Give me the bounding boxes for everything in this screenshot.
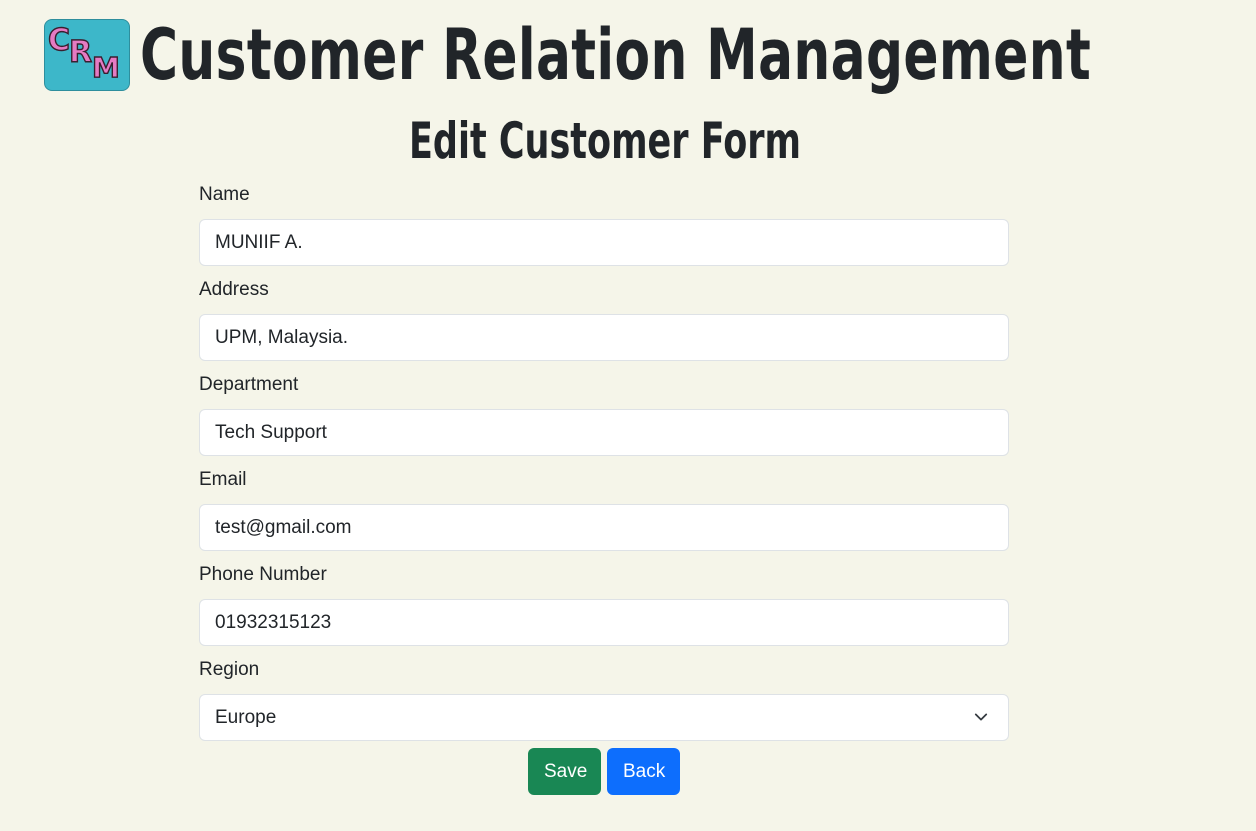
department-field-group: Department: [199, 373, 1009, 456]
save-button[interactable]: Save: [528, 748, 601, 795]
logo-letter-r: R: [68, 35, 93, 70]
name-label: Name: [199, 184, 250, 205]
crm-logo: C R M: [44, 19, 130, 91]
email-input[interactable]: [199, 504, 1009, 551]
phone-number-label: Phone Number: [199, 564, 327, 585]
edit-customer-form: Name Address Department Email Phone Numb…: [199, 183, 1009, 741]
region-label: Region: [199, 659, 260, 680]
address-field-group: Address: [199, 278, 1009, 361]
region-select[interactable]: Europe: [199, 694, 1009, 741]
email-field-group: Email: [199, 468, 1009, 551]
form-actions: Save Back: [0, 748, 1208, 795]
page-header: C R M Customer Relation Management: [44, 10, 1256, 100]
address-input[interactable]: [199, 314, 1009, 361]
region-field-group: Region Europe: [199, 658, 1009, 741]
phone-number-input[interactable]: [199, 599, 1009, 646]
region-select-wrapper: Europe: [199, 694, 1009, 741]
email-label: Email: [199, 469, 247, 490]
phone-field-group: Phone Number: [199, 563, 1009, 646]
form-title: Edit Customer Form: [408, 112, 801, 170]
logo-letter-c: C: [47, 23, 71, 58]
department-label: Department: [199, 374, 299, 395]
logo-letter-m: M: [91, 51, 120, 84]
department-input[interactable]: [199, 409, 1009, 456]
app-title: Customer Relation Management: [140, 14, 1092, 96]
address-label: Address: [199, 279, 269, 300]
name-input[interactable]: [199, 219, 1009, 266]
name-field-group: Name: [199, 183, 1009, 266]
back-button[interactable]: Back: [607, 748, 680, 795]
